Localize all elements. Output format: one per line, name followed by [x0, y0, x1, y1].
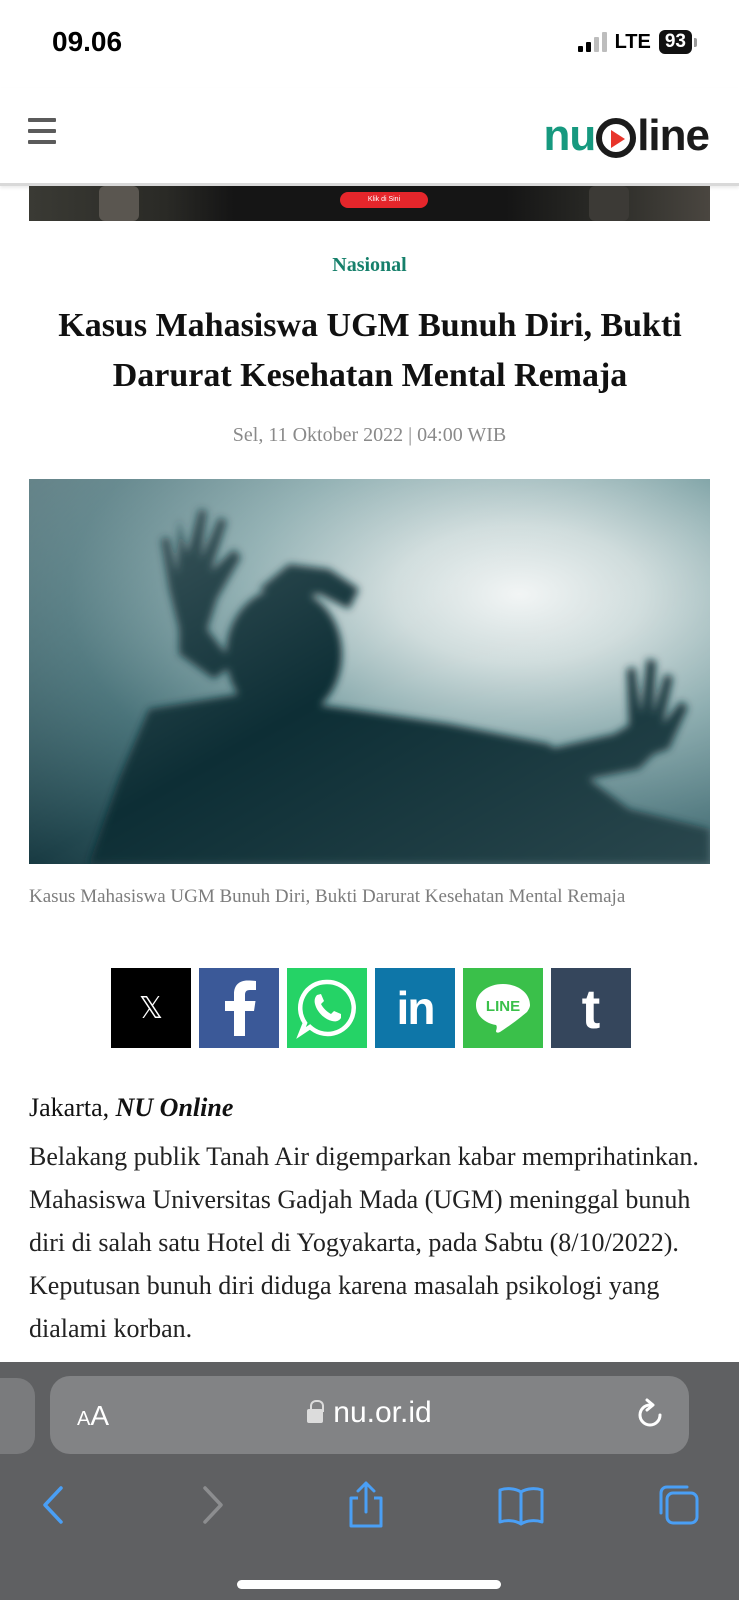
article-title: Kasus Mahasiswa UGM Bunuh Diri, Bukti Da… — [58, 307, 682, 394]
share-tumblr-button[interactable]: t — [551, 968, 631, 1048]
line-label: LINE — [486, 998, 520, 1015]
article-dateline: Jakarta, NU Online — [29, 1093, 233, 1123]
battery-icon: 93 — [658, 30, 697, 54]
browser-bottom-bar: AA nu.or.id — [0, 1362, 739, 1600]
battery-level: 93 — [658, 30, 692, 54]
forward-button-icon[interactable] — [186, 1480, 236, 1530]
line-icon: LINE — [476, 984, 530, 1033]
ad-figure-image — [589, 186, 629, 221]
x-icon: 𝕏 — [138, 990, 164, 1026]
dateline-place: Jakarta, — [29, 1093, 116, 1122]
whatsapp-icon — [296, 979, 356, 1039]
reload-icon[interactable] — [633, 1398, 667, 1432]
tumblr-icon: t — [581, 976, 601, 1040]
share-whatsapp-button[interactable] — [287, 968, 367, 1048]
browser-toolbar — [0, 1480, 739, 1540]
share-line-button[interactable]: LINE — [463, 968, 543, 1048]
bookmarks-icon[interactable] — [496, 1480, 546, 1530]
url-display[interactable]: nu.or.id — [50, 1396, 689, 1430]
silhouette-image — [29, 479, 710, 864]
ad-figure-image — [99, 186, 139, 221]
tabs-icon[interactable] — [654, 1480, 704, 1530]
back-button-icon[interactable] — [30, 1480, 80, 1530]
share-icon[interactable] — [341, 1480, 391, 1530]
dateline-source: NU Online — [115, 1093, 234, 1122]
site-header: nu line — [0, 88, 739, 186]
hamburger-menu-icon[interactable] — [28, 118, 56, 144]
share-x-button[interactable]: 𝕏 — [111, 968, 191, 1048]
status-bar: 09.06 LTE 93 — [0, 0, 739, 88]
previous-tab-preview[interactable] — [0, 1378, 35, 1454]
ad-banner[interactable]: Klik di Sini — [29, 186, 710, 221]
signal-icon — [577, 32, 607, 52]
linkedin-icon: in — [396, 982, 436, 1034]
home-indicator — [237, 1580, 501, 1589]
article-date: Sel, 11 Oktober 2022 | 04:00 WIB — [232, 424, 507, 446]
lock-icon — [307, 1400, 325, 1423]
facebook-icon — [225, 980, 256, 1036]
share-facebook-button[interactable] — [199, 968, 279, 1048]
article-body-paragraph: Belakang publik Tanah Air digemparkan ka… — [29, 1142, 699, 1343]
url-text: nu.or.id — [333, 1396, 432, 1429]
status-time: 09.06 — [52, 26, 123, 57]
article-hero-image — [29, 479, 710, 864]
ad-cta-button[interactable]: Klik di Sini — [340, 192, 428, 208]
share-buttons: 𝕏 in LINE t — [111, 968, 631, 1048]
status-indicators: LTE 93 — [577, 30, 697, 54]
article-category[interactable]: Nasional — [0, 254, 739, 277]
share-linkedin-button[interactable]: in — [375, 968, 455, 1048]
image-caption: Kasus Mahasiswa UGM Bunuh Diri, Bukti Da… — [29, 886, 626, 907]
nu-online-logo[interactable]: nu line — [543, 108, 710, 164]
network-label: LTE — [614, 30, 651, 53]
address-bar[interactable]: AA nu.or.id — [50, 1376, 689, 1454]
play-icon — [596, 118, 637, 158]
